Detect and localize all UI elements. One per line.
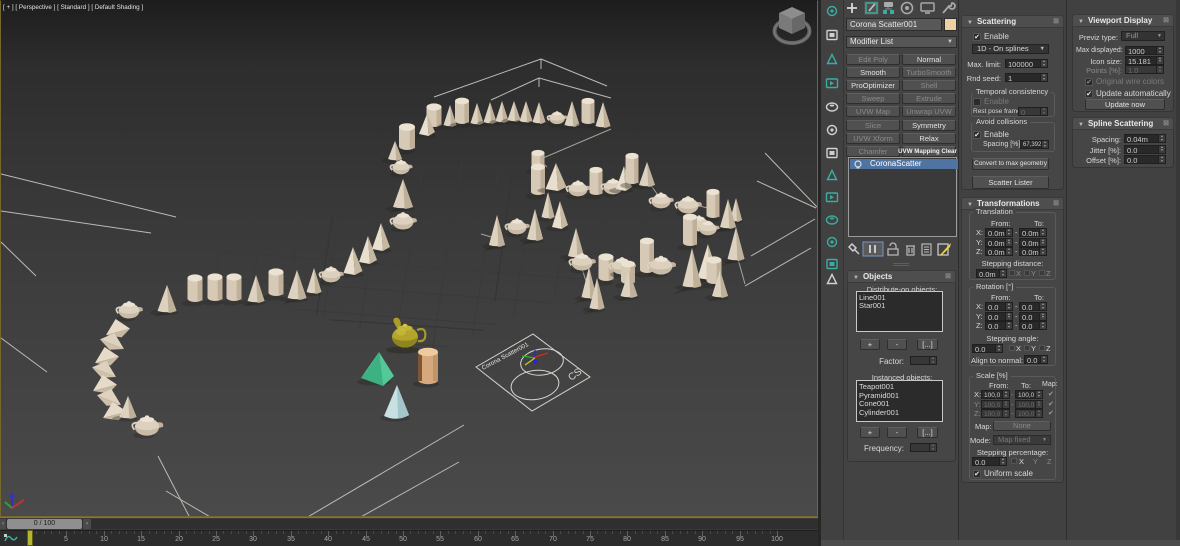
svg-text:[ + ] [ Perspective ] [ Standa: [ + ] [ Perspective ] [ Standard ] [ Def… [3,4,143,11]
svg-text:CS: CS [566,366,584,383]
